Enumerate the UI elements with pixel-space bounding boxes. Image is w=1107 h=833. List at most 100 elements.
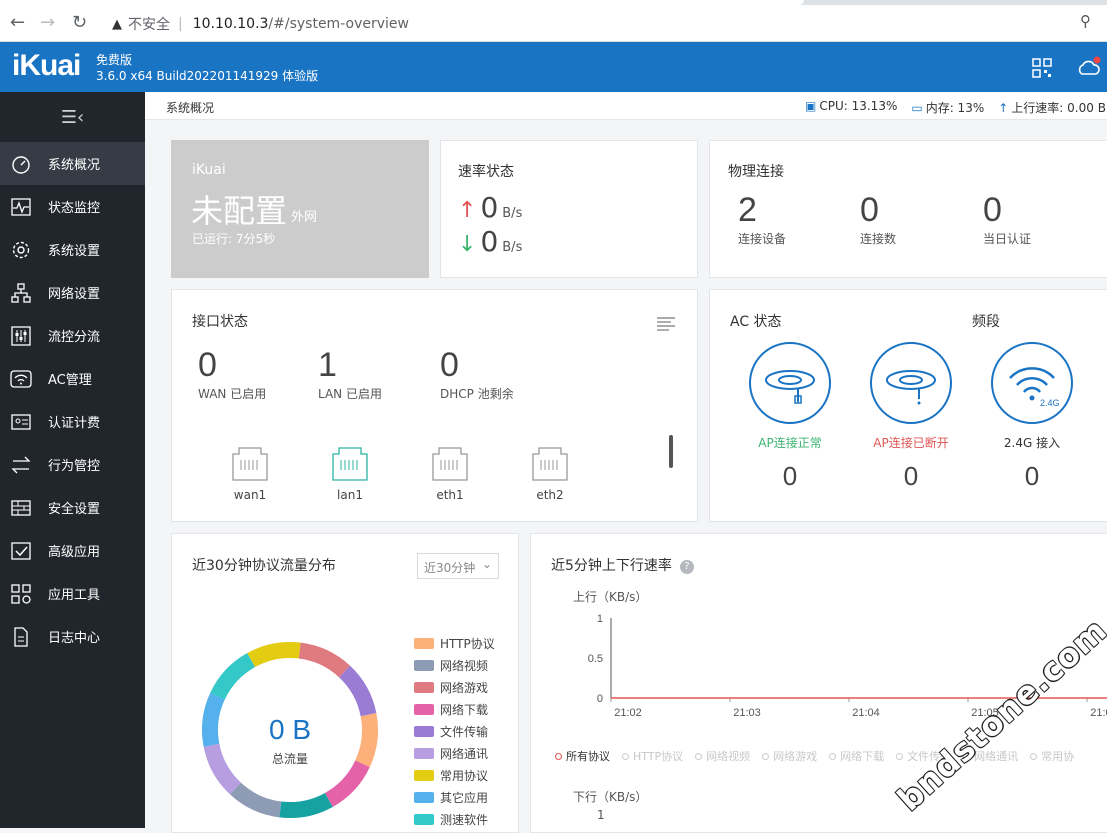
list-menu-icon[interactable] bbox=[657, 317, 675, 331]
sidebar-item[interactable]: 应用工具 bbox=[0, 572, 145, 615]
time-range-select[interactable]: 近30分钟 ⌄ bbox=[417, 553, 499, 579]
donut-segment[interactable] bbox=[230, 782, 282, 818]
donut-segment[interactable] bbox=[210, 653, 256, 700]
x-tick-label: 21:02 bbox=[614, 707, 642, 719]
download-row: ↓ 0 B/s bbox=[458, 225, 522, 258]
port-label: wan1 bbox=[233, 488, 267, 502]
reload-icon[interactable]: ↻ bbox=[72, 12, 87, 33]
key-icon[interactable]: ⚲ bbox=[1080, 12, 1091, 30]
legend-item[interactable]: 网络游戏 bbox=[414, 676, 495, 698]
upload-value: 0 bbox=[480, 191, 499, 224]
sidebar-item[interactable]: 系统概况 bbox=[0, 142, 145, 185]
legend-swatch bbox=[414, 791, 434, 803]
sidebar-item[interactable]: 日志中心 bbox=[0, 615, 145, 658]
chart-legend-item[interactable]: 网络视频 bbox=[695, 748, 750, 764]
sliders-icon bbox=[11, 325, 31, 346]
legend-dot-icon bbox=[622, 753, 629, 760]
collapse-menu-icon[interactable]: ☰‹ bbox=[0, 92, 145, 142]
donut-segment[interactable] bbox=[298, 642, 350, 678]
network-icon bbox=[11, 282, 31, 303]
sidebar-item[interactable]: 状态监控 bbox=[0, 185, 145, 228]
legend-item[interactable]: 文件传输 bbox=[414, 720, 495, 742]
security-label[interactable]: 不安全 bbox=[128, 14, 170, 34]
help-icon[interactable]: ? bbox=[679, 560, 694, 574]
phys-stat: 2 连接设备 bbox=[738, 191, 786, 247]
warning-icon[interactable]: ▲ bbox=[112, 17, 122, 32]
ethernet-port-icon bbox=[332, 447, 368, 481]
sidebar-item[interactable]: 系统设置 bbox=[0, 228, 145, 271]
band-count: 0 bbox=[1024, 461, 1040, 491]
sidebar-item[interactable]: 行为管控 bbox=[0, 443, 145, 486]
chart-legend-item[interactable]: 网络下载 bbox=[829, 748, 884, 764]
active-tab[interactable] bbox=[0, 0, 804, 5]
donut-segment[interactable] bbox=[247, 642, 301, 668]
sidebar-item[interactable]: 安全设置 bbox=[0, 486, 145, 529]
version-info: 免费版 3.6.0 x64 Build202201141929 体验版 bbox=[96, 52, 318, 84]
chart-legend-item[interactable]: 常用协 bbox=[1030, 748, 1074, 764]
legend-label: 网络视频 bbox=[440, 658, 489, 673]
speed-legend: 所有协议 HTTP协议 网络视频 网络游戏 网络下载 文件传输 网络通讯 常用协 bbox=[555, 748, 1086, 764]
port-eth1[interactable]: eth1 bbox=[420, 446, 480, 502]
scrollbar[interactable] bbox=[669, 435, 673, 468]
proto-title: 近30分钟协议流量分布 bbox=[192, 558, 336, 574]
legend-item[interactable]: 网络下载 bbox=[414, 698, 495, 720]
chart-legend-item[interactable]: HTTP协议 bbox=[622, 748, 683, 764]
sidebar: ☰‹ 系统概况 状态监控 系统设置 网络设置 流控分流 AC管理 认证计费行为管控安全设置高… bbox=[0, 92, 145, 828]
dashboard-icon bbox=[12, 155, 30, 174]
address-bar[interactable]: ▲ 不安全 | 10.10.10.3 /#/system-overview bbox=[112, 14, 409, 34]
sidebar-item-label: 高级应用 bbox=[48, 545, 101, 560]
band-badge: 2.4G bbox=[1040, 398, 1060, 408]
y-tick-label: 0.5 bbox=[588, 653, 603, 665]
chart-legend-item[interactable]: 所有协议 bbox=[555, 748, 610, 764]
url-path[interactable]: /#/system-overview bbox=[268, 16, 409, 32]
speed-title-text: 近5分钟上下行速率 bbox=[551, 558, 672, 574]
legend-item[interactable]: HTTP协议 bbox=[414, 632, 495, 654]
url-host[interactable]: 10.10.10.3 bbox=[193, 16, 269, 32]
chart-legend-item[interactable]: 网络游戏 bbox=[762, 748, 817, 764]
forward-icon[interactable]: → bbox=[40, 12, 55, 33]
wan-label: 外网 bbox=[291, 210, 318, 225]
port-lan1[interactable]: lan1 bbox=[320, 446, 380, 502]
ap-offline[interactable]: AP连接已断开 0 bbox=[856, 342, 966, 492]
port-eth2[interactable]: eth2 bbox=[520, 446, 580, 502]
sidebar-item[interactable]: 认证计费 bbox=[0, 400, 145, 443]
legend-label: 网络下载 bbox=[440, 702, 489, 717]
ethernet-port-icon bbox=[232, 447, 268, 481]
iface-stat: 0 DHCP 池剩余 bbox=[440, 346, 514, 402]
sidebar-menu: 系统概况 状态监控 系统设置 网络设置 流控分流 AC管理 认证计费行为管控安全设置高级应用… bbox=[0, 142, 145, 658]
phys-value: 0 bbox=[860, 191, 879, 229]
sidebar-item[interactable]: 网络设置 bbox=[0, 271, 145, 314]
legend-item[interactable]: 网络通讯 bbox=[414, 742, 495, 764]
up-arrow-icon: ↑ bbox=[458, 198, 477, 223]
back-icon[interactable]: ← bbox=[10, 12, 25, 33]
sidebar-item-label: 安全设置 bbox=[48, 502, 101, 517]
grid-icon[interactable] bbox=[1032, 58, 1052, 78]
sidebar-item[interactable]: 高级应用 bbox=[0, 529, 145, 572]
donut-segment[interactable] bbox=[339, 665, 377, 717]
router-name: iKuai bbox=[192, 162, 226, 178]
ap-online[interactable]: AP连接正常 0 bbox=[735, 342, 845, 492]
legend-label: 文件传输 bbox=[440, 724, 489, 739]
iface-value: 1 bbox=[318, 346, 337, 384]
donut-segment[interactable] bbox=[279, 792, 333, 818]
iface-label: WAN 已启用 bbox=[198, 387, 267, 401]
sidebar-item[interactable]: 流控分流 bbox=[0, 314, 145, 357]
donut-segment[interactable] bbox=[324, 760, 370, 807]
uptime: 已运行: 7分5秒 bbox=[192, 232, 276, 246]
legend-swatch bbox=[414, 725, 434, 737]
sidebar-item[interactable]: AC管理 bbox=[0, 357, 145, 400]
ap-online-icon bbox=[749, 342, 831, 424]
legend-item[interactable]: 网络视频 bbox=[414, 654, 495, 676]
sidebar-item-label: 行为管控 bbox=[48, 459, 101, 474]
legend-item[interactable]: 常用协议 bbox=[414, 764, 495, 786]
apps-icon bbox=[11, 583, 31, 604]
ac-status-card: AC 状态 频段 AP连接正常 0 AP连接已断开 0 2.4G 2.4G 接入… bbox=[709, 289, 1107, 522]
band-24g[interactable]: 2.4G 2.4G 接入 0 bbox=[977, 342, 1087, 492]
total-traffic-value: 0 B bbox=[268, 714, 312, 745]
memory-usage: ▭ 内存: 13% bbox=[911, 99, 984, 116]
port-wan1[interactable]: wan1 bbox=[220, 446, 280, 502]
legend-item[interactable]: 测速软件 bbox=[414, 808, 495, 830]
cloud-icon[interactable] bbox=[1077, 56, 1101, 78]
breadcrumb: 系统概况 bbox=[166, 101, 215, 115]
legend-item[interactable]: 其它应用 bbox=[414, 786, 495, 808]
